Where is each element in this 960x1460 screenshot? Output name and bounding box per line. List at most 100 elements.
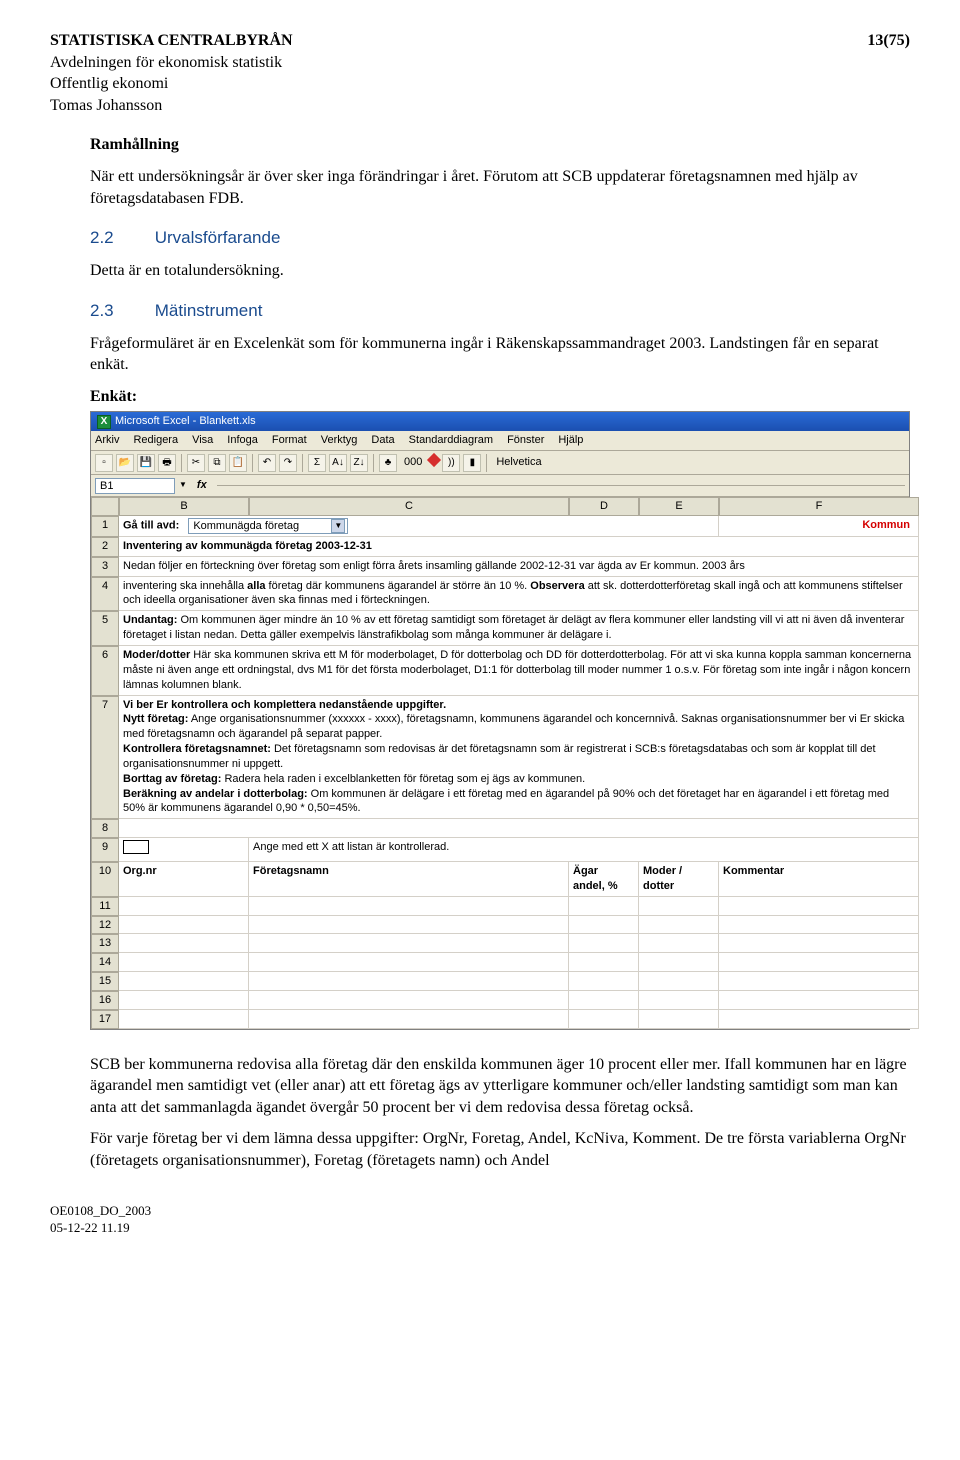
cell-row5[interactable]: Undantag: Om kommunen äger mindre än 10 … [119,611,919,646]
club-icon[interactable]: ♣ [379,454,397,472]
c16e[interactable] [639,991,719,1010]
c16f[interactable] [719,991,919,1010]
c15b[interactable] [119,972,249,991]
c12c[interactable] [249,916,569,935]
c11b[interactable] [119,897,249,916]
cell-foretag-head[interactable]: Företagsnamn [249,862,569,897]
undo-icon[interactable]: ↶ [258,454,276,472]
row-17[interactable]: 17 [91,1010,119,1029]
menu-visa[interactable]: Visa [192,433,213,448]
cell-agar-head[interactable]: Ägarandel, % [569,862,639,897]
c17b[interactable] [119,1010,249,1029]
name-box[interactable]: B1 [95,478,175,494]
row-4[interactable]: 4 [91,577,119,612]
c15c[interactable] [249,972,569,991]
row-2[interactable]: 2 [91,537,119,557]
col-b[interactable]: B [119,497,249,516]
c14c[interactable] [249,953,569,972]
paren-icon[interactable]: )) [442,454,460,472]
row-1[interactable]: 1 [91,516,119,537]
c13e[interactable] [639,934,719,953]
avd-dropdown[interactable]: Kommunägda företag ▼ [188,518,348,534]
cell-moder-head[interactable]: Moder /dotter [639,862,719,897]
menu-redigera[interactable]: Redigera [133,433,178,448]
menu-hjalp[interactable]: Hjälp [558,433,583,448]
cell-orgnr-head[interactable]: Org.nr [119,862,249,897]
diamond-red-icon[interactable] [429,455,439,470]
row-6[interactable]: 6 [91,646,119,696]
redo-icon[interactable]: ↷ [279,454,297,472]
cell-row9-text[interactable]: Ange med ett X att listan är kontrollera… [249,838,919,862]
menu-format[interactable]: Format [272,433,307,448]
menu-data[interactable]: Data [371,433,394,448]
col-c[interactable]: C [249,497,569,516]
c13d[interactable] [569,934,639,953]
c17e[interactable] [639,1010,719,1029]
chart-icon[interactable]: ▮ [463,454,481,472]
paste-icon[interactable]: 📋 [229,454,247,472]
c13b[interactable] [119,934,249,953]
c15e[interactable] [639,972,719,991]
c13f[interactable] [719,934,919,953]
row-3[interactable]: 3 [91,557,119,577]
row-16[interactable]: 16 [91,991,119,1010]
menu-verktyg[interactable]: Verktyg [321,433,358,448]
row-12[interactable]: 12 [91,916,119,935]
row-14[interactable]: 14 [91,953,119,972]
c11e[interactable] [639,897,719,916]
row-15[interactable]: 15 [91,972,119,991]
row-9[interactable]: 9 [91,838,119,862]
c16d[interactable] [569,991,639,1010]
copy-icon[interactable]: ⧉ [208,454,226,472]
cut-icon[interactable]: ✂ [187,454,205,472]
row-5[interactable]: 5 [91,611,119,646]
c11f[interactable] [719,897,919,916]
cell-kommun[interactable]: Kommun [719,516,919,537]
c14f[interactable] [719,953,919,972]
font-name[interactable]: Helvetica [492,455,545,470]
c11d[interactable] [569,897,639,916]
c14b[interactable] [119,953,249,972]
new-icon[interactable]: ▫ [95,454,113,472]
print-icon[interactable]: 🖶 [158,454,176,472]
c11c[interactable] [249,897,569,916]
save-icon[interactable]: 💾 [137,454,155,472]
sum-icon[interactable]: Σ [308,454,326,472]
c17c[interactable] [249,1010,569,1029]
col-e[interactable]: E [639,497,719,516]
check-box[interactable] [123,840,149,854]
menu-fonster[interactable]: Fönster [507,433,544,448]
menu-standarddiagram[interactable]: Standarddiagram [409,433,493,448]
cell-row6[interactable]: Moder/dotter Här ska kommunen skriva ett… [119,646,919,696]
c13c[interactable] [249,934,569,953]
cell-row9-check[interactable] [119,838,249,862]
c12e[interactable] [639,916,719,935]
col-d[interactable]: D [569,497,639,516]
cell-kommentar-head[interactable]: Kommentar [719,862,919,897]
cell-row3[interactable]: Nedan följer en förteckning över företag… [119,557,919,577]
row-10[interactable]: 10 [91,862,119,897]
sort-desc-icon[interactable]: Z↓ [350,454,368,472]
corner-cell[interactable] [91,497,119,516]
cell-row8[interactable] [119,819,919,838]
c17d[interactable] [569,1010,639,1029]
c12f[interactable] [719,916,919,935]
cell-ga-till-avd[interactable]: Gå till avd: Kommunägda företag ▼ [119,516,719,537]
col-f[interactable]: F [719,497,919,516]
sort-asc-icon[interactable]: A↓ [329,454,347,472]
row-8[interactable]: 8 [91,819,119,838]
dropdown-icon[interactable]: ▼ [179,480,187,491]
row-13[interactable]: 13 [91,934,119,953]
c12d[interactable] [569,916,639,935]
fx-label[interactable]: fx [191,478,213,493]
cell-row7[interactable]: Vi ber Er kontrollera och komplettera ne… [119,696,919,820]
c15d[interactable] [569,972,639,991]
c16c[interactable] [249,991,569,1010]
menu-infoga[interactable]: Infoga [227,433,258,448]
open-icon[interactable]: 📂 [116,454,134,472]
cell-row4[interactable]: inventering ska innehålla alla företag d… [119,577,919,612]
c16b[interactable] [119,991,249,1010]
c14e[interactable] [639,953,719,972]
c12b[interactable] [119,916,249,935]
menu-arkiv[interactable]: Arkiv [95,433,119,448]
